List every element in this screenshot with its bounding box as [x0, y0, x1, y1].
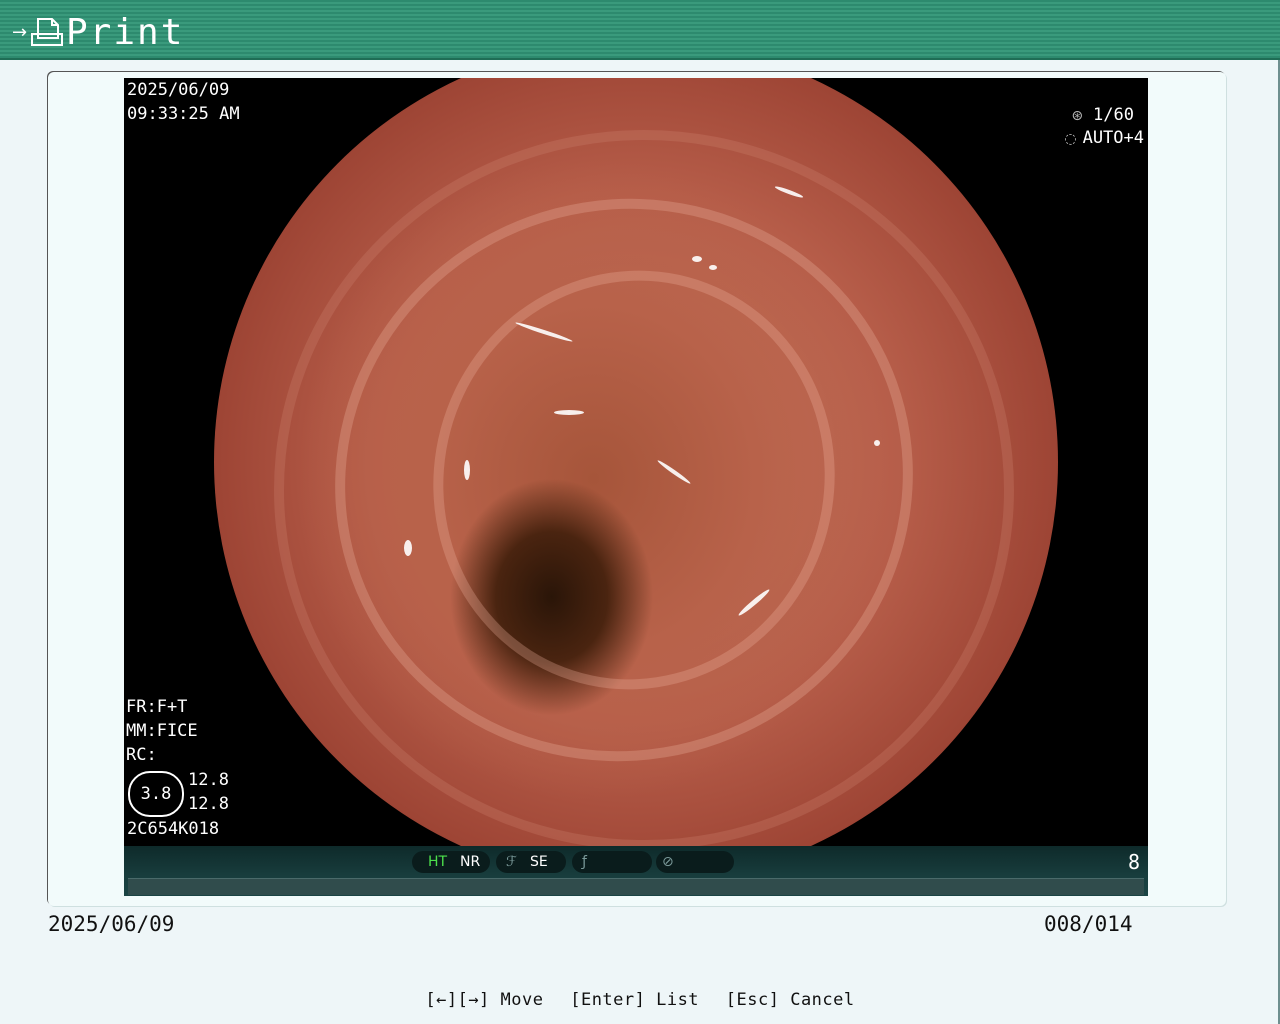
shutter-value: 1/60 [1093, 105, 1134, 125]
image-date: 2025/06/09 [127, 80, 230, 100]
cancel-hint: [Esc] Cancel [725, 990, 855, 1010]
scope-id: 2C654K018 [127, 819, 220, 839]
function-indicator: ƒ [572, 851, 652, 873]
curve-icon: ℱ [506, 854, 518, 870]
shutter-icon: ⊛ [1071, 108, 1084, 124]
oval-value: 3.8 [128, 771, 184, 817]
move-hint: [←][→] Move [425, 990, 544, 1010]
highlight [709, 265, 717, 270]
ht-nr-indicator: HT NR [412, 851, 490, 873]
nr-label: NR [460, 854, 481, 870]
highlight [464, 460, 470, 480]
mode-indicator: ⊘ [656, 851, 734, 873]
print-icon [31, 18, 63, 46]
ht-label: HT [428, 854, 448, 870]
list-hint: [Enter] List [570, 990, 700, 1010]
title-group: → Print [12, 11, 185, 53]
arrow-right-icon: → [12, 21, 28, 43]
side-value-1: 12.8 [188, 770, 229, 790]
shutter-speed: ⊛ 1/60 [1071, 103, 1134, 128]
iris-icon: ◌ [1064, 131, 1077, 147]
title-bar: → Print [0, 0, 1280, 60]
highlight [692, 256, 702, 262]
page-title: Print [66, 11, 185, 53]
status-line [128, 878, 1144, 895]
image-time: 09:33:25 AM [127, 104, 240, 124]
highlight [874, 440, 880, 446]
side-value-2: 12.8 [188, 794, 229, 814]
se-indicator: ℱ SE [496, 851, 566, 873]
circle-mode-icon: ⊘ [662, 854, 674, 870]
function-icon: ƒ [582, 854, 587, 870]
rc-label: RC: [126, 745, 157, 765]
se-label: SE [530, 854, 548, 870]
mm-label: MM:FICE [126, 721, 198, 741]
exposure-mode: ◌ AUTO+4 [1064, 126, 1144, 151]
highlight [554, 410, 584, 415]
image-status-bar: HT NR ℱ SE ƒ ⊘ 8 [124, 846, 1148, 896]
image-counter: 008/014 [1044, 912, 1133, 936]
key-help: [←][→] Move [Enter] List [Esc] Cancel [0, 990, 1280, 1010]
footer-date: 2025/06/09 [48, 912, 175, 936]
mucosa-fold [274, 130, 1014, 846]
endoscope-image[interactable]: 2025/06/09 09:33:25 AM ⊛ 1/60 ◌ AUTO+4 FR:… [124, 78, 1148, 846]
fr-label: FR:F+T [126, 697, 188, 717]
highlight [404, 540, 412, 556]
endoscopic-view [214, 78, 1058, 846]
exposure-value: AUTO+4 [1082, 128, 1144, 148]
image-number: 8 [1127, 850, 1140, 874]
